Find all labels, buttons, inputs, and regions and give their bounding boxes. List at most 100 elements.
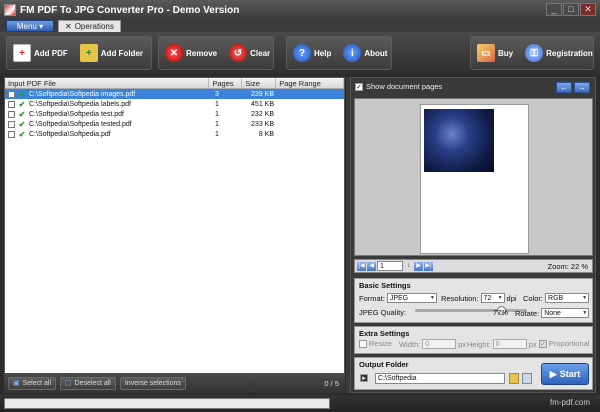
row-size: 233 KB	[251, 120, 274, 128]
title-bar: FM PDF To JPG Converter Pro - Demo Versi…	[0, 0, 600, 20]
row-checkbox[interactable]	[8, 100, 15, 108]
row-size: 232 KB	[251, 110, 274, 118]
deselect-all-button[interactable]: ▢ Deselect all	[60, 376, 116, 390]
open-folder-icon[interactable]	[522, 373, 532, 384]
help-label: Help	[314, 48, 332, 58]
prev-page-button[interactable]: ◀	[367, 261, 376, 271]
show-pages-checkbox[interactable]: ✓	[355, 82, 363, 91]
progress-bar	[4, 398, 330, 409]
preview-pager: |◀ ◀ 1 ↕ ▶ ▶| Zoom: 22 %	[354, 259, 593, 273]
table-row[interactable]: ✔ C:\Softpedia\Softpedia images.pdf 3 239 K…	[5, 89, 344, 99]
start-button[interactable]: ▶ Start	[541, 363, 589, 385]
help-button[interactable]: ? Help	[287, 37, 337, 69]
deselect-all-icon: ▢	[65, 380, 72, 387]
row-file-path: C:\Softpedia\Softpedia labels.pdf	[29, 100, 131, 108]
file-list-panel: Input PDF File Pages Size Page Range ✔ C:…	[4, 77, 345, 393]
about-label: About	[364, 48, 388, 58]
proportional-field: ✓ Proportional	[539, 339, 589, 348]
resolution-select[interactable]: 72	[480, 293, 505, 303]
next-page-button[interactable]: ▶	[414, 261, 423, 271]
menu-button[interactable]: Menu ▾	[6, 20, 54, 32]
key-icon: ⚿	[525, 44, 544, 62]
row-file-path: C:\Softpedia\Softpedia test.pdf	[29, 110, 124, 118]
height-input[interactable]: 0	[492, 339, 527, 349]
quality-slider[interactable]	[415, 306, 527, 315]
edit-buttons-group: ✕ Remove ↺ Clear	[158, 36, 274, 70]
remove-label: Remove	[186, 48, 218, 58]
height-field: Height: 0 px	[467, 339, 537, 349]
header-size[interactable]: Size	[242, 78, 277, 88]
next-file-button[interactable]: →	[574, 82, 590, 93]
proportional-label: Proportional	[549, 339, 590, 348]
page-spin-icon[interactable]: ↕	[404, 261, 413, 271]
registration-label: Registration	[546, 48, 593, 58]
registration-button[interactable]: ⚿ Registration	[519, 37, 599, 69]
page-number-input[interactable]: 1	[377, 261, 403, 271]
format-select[interactable]: JPEG	[386, 293, 437, 303]
about-button[interactable]: i About	[337, 37, 393, 69]
proportional-checkbox[interactable]: ✓	[539, 339, 547, 348]
buy-button[interactable]: ▭ Buy	[471, 37, 519, 69]
output-path-input[interactable]: C:\Softpedia	[375, 373, 505, 384]
minimize-button[interactable]: _	[546, 3, 562, 16]
row-checkbox[interactable]	[8, 120, 15, 128]
row-checkbox[interactable]	[8, 90, 15, 98]
file-list-body: ✔ C:\Softpedia\Softpedia images.pdf 3 239 K…	[5, 89, 344, 139]
inverse-selection-button[interactable]: Inverse selections	[119, 376, 186, 390]
table-row[interactable]: ✔ C:\Softpedia\Softpedia labels.pdf 1 451 K…	[5, 99, 344, 109]
color-select[interactable]: RGB	[545, 293, 590, 303]
select-all-button[interactable]: ▣ Select all	[8, 376, 57, 390]
start-label: Start	[559, 369, 581, 379]
maximize-button[interactable]: □	[563, 3, 579, 16]
first-page-button[interactable]: |◀	[357, 261, 366, 271]
extra-settings-section: Extra Settings Resize Width: 0 px Height…	[354, 326, 593, 354]
table-row[interactable]: ✔ C:\Softpedia\Softpedia test.pdf 1 232 KB	[5, 109, 344, 119]
info-icon: i	[343, 44, 362, 62]
format-label: Format:	[359, 293, 385, 303]
website-link[interactable]: fm-pdf.com	[550, 398, 590, 407]
check-mark-icon: ✔	[18, 109, 26, 119]
output-menu-icon[interactable]: ▸	[360, 374, 368, 382]
status-bar: fm-pdf.com	[0, 395, 600, 412]
page-preview	[354, 98, 593, 256]
header-pages[interactable]: Pages	[209, 78, 243, 88]
browse-folder-icon[interactable]	[509, 373, 519, 384]
row-file-path: C:\Softpedia\Softpedia.pdf	[29, 130, 111, 138]
row-file-path: C:\Softpedia\Softpedia tested.pdf	[29, 120, 132, 128]
close-button[interactable]: ✕	[580, 3, 596, 16]
remove-button[interactable]: ✕ Remove	[159, 37, 223, 69]
format-field: Format: JPEG	[359, 293, 437, 303]
row-pages: 1	[215, 100, 219, 108]
table-row[interactable]: ✔ C:\Softpedia\Softpedia tested.pdf 1 233 K…	[5, 119, 344, 129]
header-page-range[interactable]: Page Range	[276, 78, 344, 88]
resize-checkbox[interactable]	[359, 339, 367, 348]
quality-label: JPEG Quality:	[359, 308, 407, 317]
table-row[interactable]: ✔ C:\Softpedia\Softpedia.pdf 1 8 KB	[5, 129, 344, 139]
help-icon: ?	[293, 44, 311, 62]
header-input-file[interactable]: Input PDF File	[5, 78, 210, 88]
zoom-level: Zoom: 22 %	[547, 261, 588, 271]
row-pages: 1	[215, 110, 219, 118]
show-pages-toggle[interactable]: ✓ Show document pages	[355, 82, 442, 91]
tab-operations-label: Operations	[74, 22, 114, 31]
resize-field: Resize	[359, 339, 392, 348]
add-pdf-button[interactable]: + Add PDF	[7, 37, 74, 69]
toolbar: + Add PDF + Add Folder ✕ Remove ↺ Clear …	[0, 32, 600, 74]
check-mark-icon: ✔	[18, 119, 26, 129]
clear-button[interactable]: ↺ Clear	[223, 37, 276, 69]
row-checkbox[interactable]	[8, 110, 15, 118]
tab-operations[interactable]: ✕ Operations	[58, 20, 121, 32]
file-list-actions: ▣ Select all ▢ Deselect all Inverse sele…	[4, 373, 345, 393]
height-label: Height:	[467, 339, 491, 349]
row-pages: 1	[215, 120, 219, 128]
width-input[interactable]: 0	[422, 339, 457, 349]
width-unit: px	[458, 339, 467, 349]
last-page-button[interactable]: ▶|	[424, 261, 433, 271]
inverse-selection-label: Inverse selections	[124, 379, 181, 387]
select-all-icon: ▣	[13, 380, 20, 387]
prev-file-button[interactable]: ←	[556, 82, 572, 93]
row-checkbox[interactable]	[8, 130, 15, 138]
add-folder-button[interactable]: + Add Folder	[74, 37, 149, 69]
rotate-select[interactable]: None	[541, 308, 590, 318]
add-folder-label: Add Folder	[100, 48, 143, 58]
